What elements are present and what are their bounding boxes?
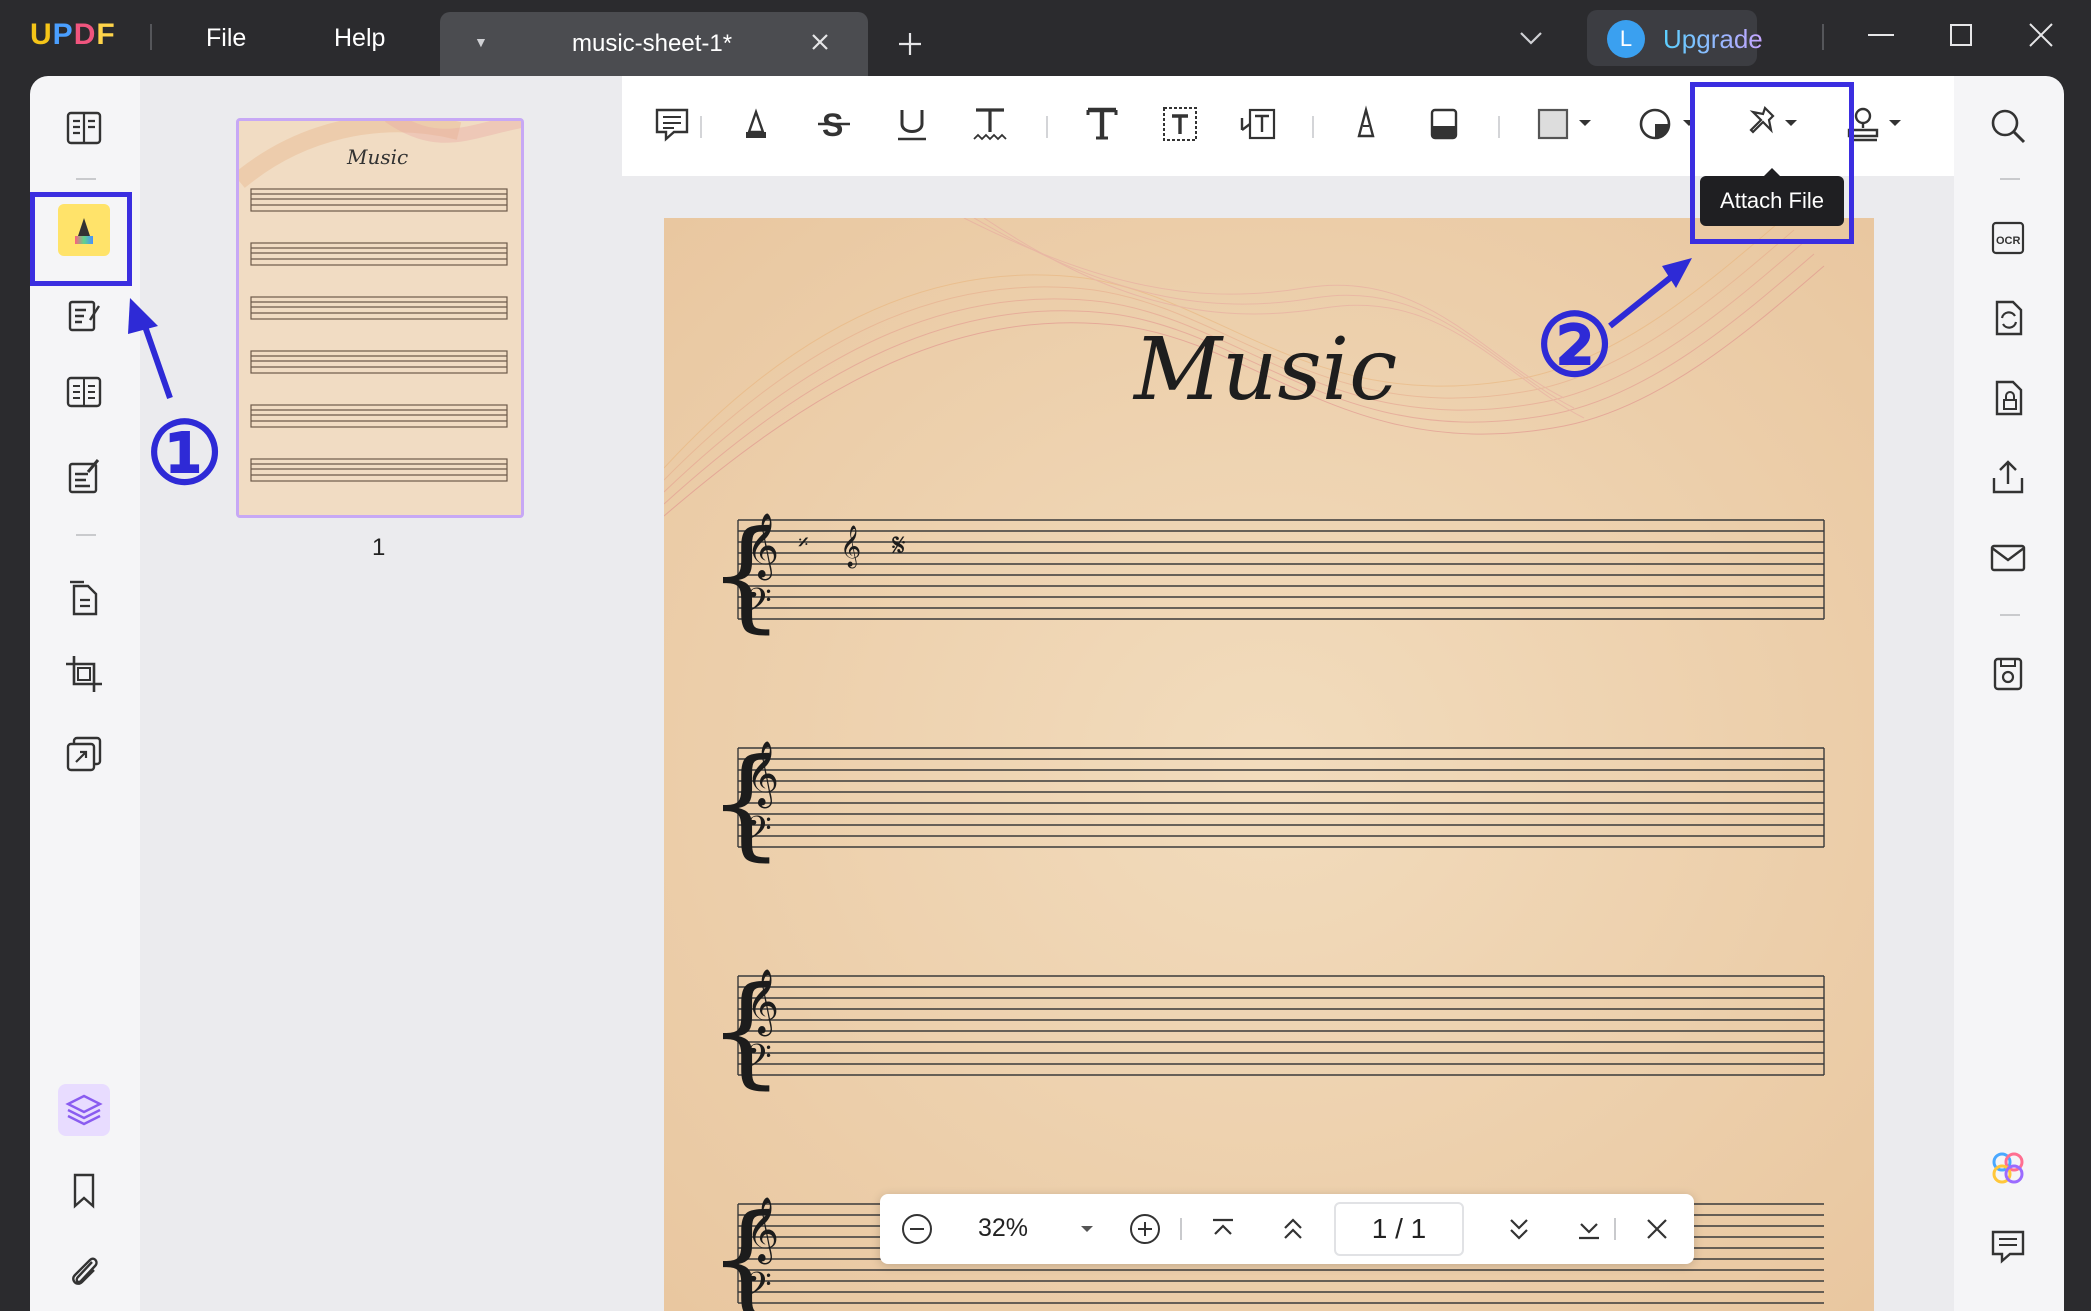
- annotation-arrows: [128, 258, 1692, 399]
- step-one-marker: ①: [146, 406, 224, 502]
- step-two-marker: ②: [1536, 298, 1614, 394]
